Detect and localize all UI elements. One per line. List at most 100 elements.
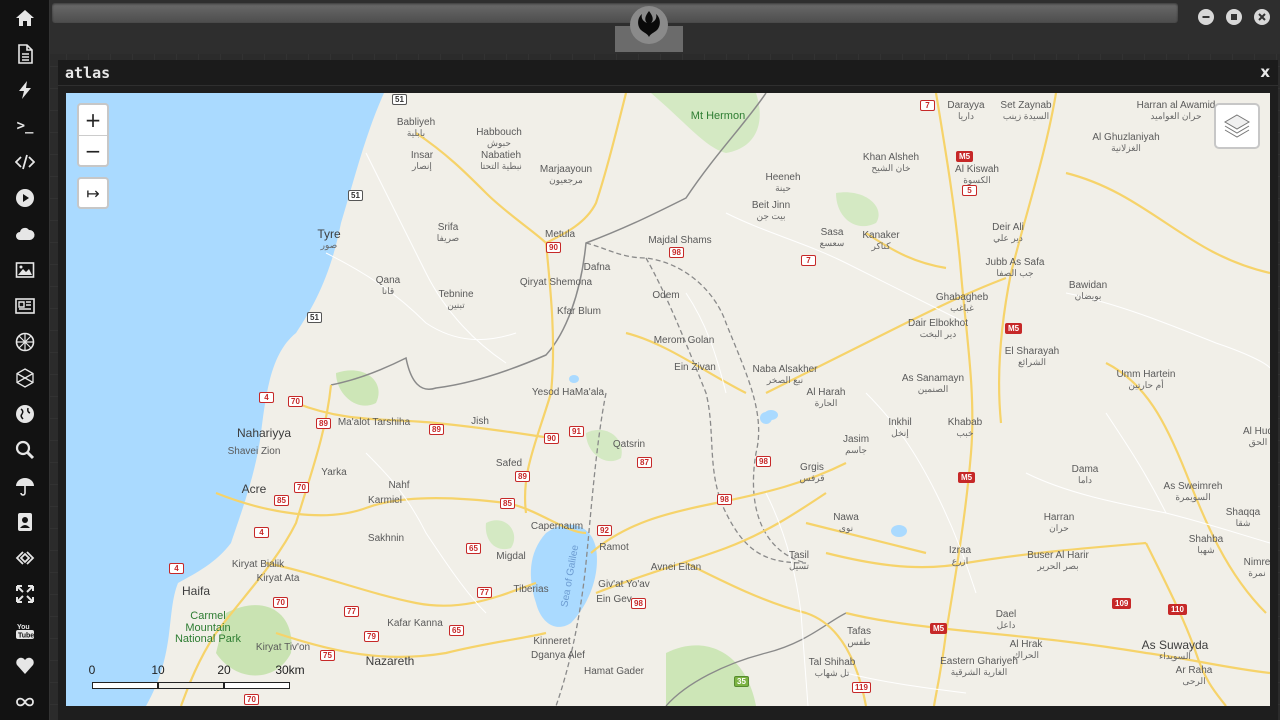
place-name: Odem [652,290,680,301]
map-view[interactable]: Mt Hermon Set Zaynab السيدة زينب Darayya دار… [66,93,1270,706]
place-name: Umm Hartein [1116,369,1176,380]
place-name: Beit Jinn [751,200,791,211]
zoom-in-button[interactable]: + [79,105,107,135]
place-name: Inkhil [888,417,912,428]
place-name: Habbouch [476,127,522,138]
place-name: Hamat Gader [583,666,645,677]
place-name-arabic: سعسع [819,237,845,248]
place-name: Nazareth [365,654,415,668]
layers-button[interactable] [1214,103,1260,149]
place-label: Jasim جاسم [843,434,869,455]
place-label: Tiberias [513,584,548,596]
link-icon[interactable] [12,545,38,571]
place-name: Kafar Kanna [387,618,443,629]
place-name: Nawa [833,512,859,523]
umbrella-icon[interactable] [12,473,38,499]
place-label: Majdal Shams [648,235,711,247]
place-label: Jubb As Safa جب الصفا [986,257,1045,278]
place-label: Dama داما [1071,464,1099,485]
terminal-icon[interactable]: >_ [12,113,38,139]
road-shield: 4 [259,392,274,403]
place-name-arabic: إنصار [412,160,432,171]
place-name: Tasil [788,550,810,561]
place-label: Tafas طفس [847,626,871,647]
road-shield: 92 [597,525,612,536]
rebel-logo-icon[interactable] [630,6,668,44]
place-label: Buser Al Harir بصر الحرير [1027,550,1089,571]
road-shield: M5 [930,623,948,634]
place-name: As Suwayda [1141,638,1209,652]
place-label: Al Huqالحق [1242,426,1270,447]
search-icon[interactable] [12,437,38,463]
road-shield: 98 [631,598,646,609]
road-shield: 85 [500,498,515,509]
place-name: Dama [1071,464,1099,475]
home-icon[interactable] [12,5,38,31]
road-shield: 98 [669,247,684,258]
zoom-out-button[interactable]: − [79,135,107,165]
contact-icon[interactable] [12,509,38,535]
heart-icon[interactable] [12,653,38,679]
place-name-arabic: نبع الصخر [766,374,804,385]
place-name-arabic: حران [1049,522,1069,533]
command-bar[interactable] [52,3,1178,23]
place-label: Migdal [496,551,525,563]
place-name-arabic: جب الصفا [996,267,1034,278]
place-name: Al Huq [1242,426,1270,437]
road-shield: 77 [344,606,359,617]
road-shield: 51 [392,94,407,105]
rebel-icon[interactable] [12,329,38,355]
place-name: Kfar Blum [557,306,601,317]
place-label: Izraa ازرع [948,545,972,566]
place-name: Naba Alsakher [752,364,818,375]
infinity-icon[interactable] [12,689,38,715]
place-name: Srifa [437,222,459,233]
place-label: Kafar Kanna [387,618,443,630]
place-label: Al Harah الحارة [806,387,846,408]
image-icon[interactable] [12,257,38,283]
place-name: Izraa [948,545,972,556]
panel-close-button[interactable]: x [1260,63,1270,81]
road-shield: 109 [1112,598,1132,609]
hexagon-icon[interactable] [12,365,38,391]
youtube-icon[interactable]: You Tube [12,617,38,643]
place-name: Kanaker [862,230,900,241]
place-name: Yesod HaMa'ala [531,387,605,398]
globe-icon[interactable] [12,401,38,427]
place-name-arabic: طفس [847,636,871,647]
place-name-arabic: صريفا [436,232,460,243]
road-shield: 7 [920,100,935,111]
road-shield: 35 [734,676,749,687]
place-label: Ein Gev [596,594,632,606]
road-shield: 89 [515,471,530,482]
expand-button[interactable]: ↦ [77,177,109,209]
bolt-icon[interactable] [12,77,38,103]
place-name: Ghabagheb [935,292,989,303]
maximize-button[interactable] [1226,9,1242,25]
road-shield: M5 [956,151,974,162]
minimize-button[interactable] [1198,9,1214,25]
close-button[interactable] [1254,9,1270,25]
expand-icon[interactable] [12,581,38,607]
place-label: Qana قانا [376,275,400,296]
play-icon[interactable] [12,185,38,211]
place-label: Metula [545,229,575,241]
newspaper-icon[interactable] [12,293,38,319]
place-name: Harran al Awamid [1136,100,1216,111]
place-label: Ghabagheb غباغب [935,292,989,313]
place-label: Harran حران [1044,512,1075,533]
document-icon[interactable] [12,41,38,67]
place-name: Mt Hermon [690,110,746,122]
place-label: Nimre نمرة [1244,557,1270,578]
place-label: Set Zaynab السيدة زينب [1000,100,1051,121]
code-icon[interactable] [12,149,38,175]
place-name-arabic: شهبا [1197,544,1215,555]
place-label: Haifa [182,585,210,598]
place-label: Kiryat Ata [257,573,300,585]
scale-label: 20 [217,663,231,677]
cloud-icon[interactable] [12,221,38,247]
place-name: Haifa [181,584,211,598]
place-name: Al Harah [806,387,846,398]
place-label: Heeneh حينة [765,172,800,193]
place-name: Darayya [947,100,985,111]
